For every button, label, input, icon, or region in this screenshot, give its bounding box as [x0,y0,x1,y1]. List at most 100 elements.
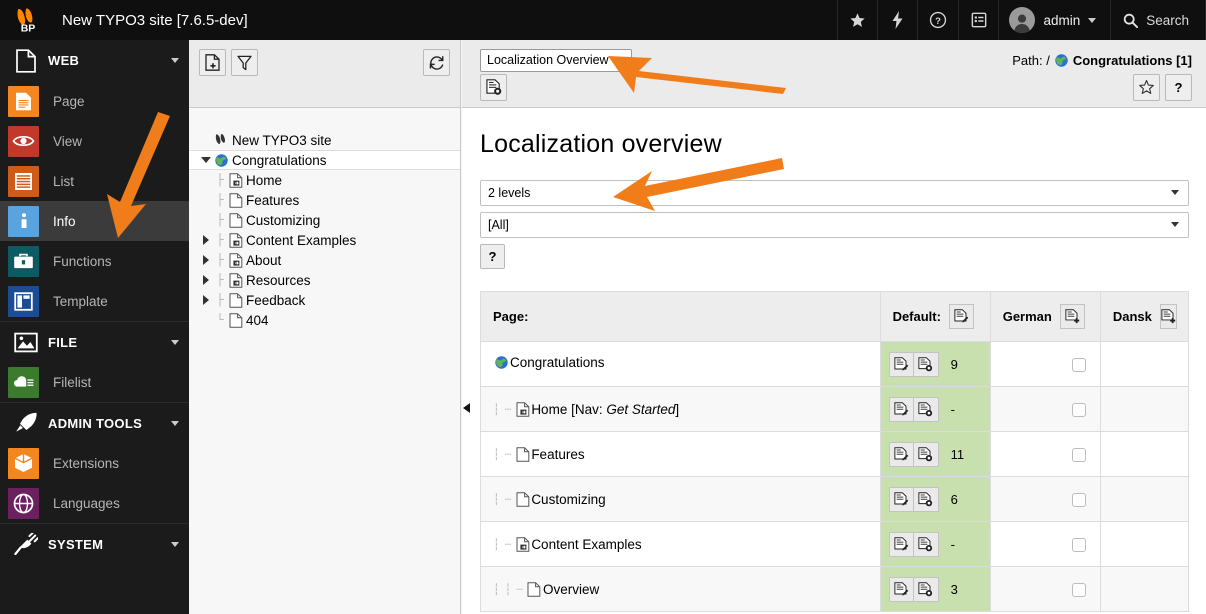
new-translation-icon [1161,309,1176,324]
refresh-tree-button[interactable] [423,49,450,76]
filter-button[interactable] [231,49,258,76]
bookmark-button[interactable] [1133,74,1160,101]
tree-line: ├ [216,254,224,266]
module-item-extensions[interactable]: Extensions [0,443,189,483]
module-group-admin-tools[interactable]: ADMIN TOOLS [0,402,189,443]
tree-item-content-examples[interactable]: ├ Content Examples [189,230,460,250]
language-select[interactable]: [All] [480,212,1189,238]
top-bar: BP New TYPO3 site [7.6.5-dev] ? admin Se… [0,0,1206,40]
tree-item-customizing[interactable]: ├ Customizing [189,210,460,230]
tree-item-resources[interactable]: ├ Resources [189,270,460,290]
chevron-right-icon [203,275,209,285]
module-item-template[interactable]: Template [0,281,189,321]
module-item-label: Functions [53,253,112,269]
page-plain-icon [227,212,244,228]
module-item-list[interactable]: List [0,161,189,201]
cell-page: ┆ ┆ ┄ Overview [480,566,881,612]
translation-checkbox[interactable] [1071,402,1086,417]
translation-checkbox[interactable] [1071,357,1086,372]
help-toolbar-button[interactable]: ? [917,0,958,40]
user-icon [1014,14,1031,33]
tree-item-feedback[interactable]: ├ Feedback [189,290,460,310]
table-row[interactable]: ┆ ┄ Customizing 6 [480,476,1190,522]
module-item-languages[interactable]: Languages [0,483,189,523]
edit-records-button[interactable] [948,304,974,329]
translation-checkbox[interactable] [1071,582,1086,597]
translation-checkbox[interactable] [1071,492,1086,507]
new-translation-button-dansk[interactable] [1159,304,1177,329]
record-info-button[interactable] [913,396,939,422]
typo3-logo[interactable]: BP [0,0,56,40]
column-header-german: German [989,291,1101,342]
page-tree-toolbar [189,40,460,108]
tree-toggle[interactable] [199,157,213,163]
edit-record-button[interactable] [888,486,914,512]
module-group-label: ADMIN TOOLS [48,415,143,431]
module-item-info[interactable]: Info [0,201,189,241]
table-row[interactable]: Congratulations 9 [480,341,1190,387]
module-group-web[interactable]: WEB [0,40,189,81]
module-item-filelist[interactable]: Filelist [0,362,189,402]
tree-item-about[interactable]: ├ About [189,250,460,270]
edit-record-button[interactable] [888,576,914,602]
user-menu-toolbar-button[interactable]: admin [998,0,1110,40]
tree-toggle[interactable] [199,255,213,265]
clear-cache-toolbar-button[interactable] [877,0,917,40]
svg-text:BP: BP [21,23,36,35]
table-row[interactable]: ┆ ┄ Features 11 [480,431,1190,477]
cell-dansk [1099,341,1190,387]
module-item-label: View [53,133,83,149]
record-info-button[interactable] [913,441,939,467]
table-row[interactable]: ┆ ┄ Content Examples - [480,521,1190,567]
record-info-button[interactable] [913,351,939,377]
new-translation-button-german[interactable] [1059,304,1085,329]
collapse-navigation-handle[interactable] [461,395,471,421]
csh-help-button[interactable]: ? [1165,74,1192,101]
default-count: - [950,536,955,552]
edit-record-button[interactable] [888,531,914,557]
bookmark-toolbar-button[interactable] [837,0,877,40]
edit-record-button[interactable] [888,396,914,422]
tree-item-congratulations[interactable]: Congratulations [189,150,460,170]
record-info-button[interactable] [913,576,939,602]
search-toolbar-button[interactable]: Search [1110,0,1206,40]
page-information-button[interactable] [480,74,507,101]
tree-item-features[interactable]: ├ Features [189,190,460,210]
tree-item-404[interactable]: └ 404 [189,310,460,330]
doc-header: Localization Overview Path: / Congratula… [462,40,1206,108]
workspace-toolbar-button[interactable] [958,0,998,40]
chevron-right-icon [203,235,209,245]
record-info-button[interactable] [913,486,939,512]
tree-item-home[interactable]: ├ Home [189,170,460,190]
page-shortcut-icon [227,232,244,248]
module-group-file[interactable]: FILE [0,321,189,362]
tree-item-new-typo3-site[interactable]: New TYPO3 site [189,130,460,150]
edit-record-button[interactable] [888,351,914,377]
tree-toggle[interactable] [199,295,213,305]
record-info-button[interactable] [913,531,939,557]
search-icon [1124,13,1139,28]
table-body: Congratulations 9 ┆ ┄ Home [Nav: Get Sta… [480,341,1190,612]
page-tree: New TYPO3 site Congratulations ├ Home ├ [189,108,460,330]
tree-toggle[interactable] [199,235,213,245]
page-nav-title: [Nav: Get Started] [567,402,680,417]
module-item-view[interactable]: View [0,121,189,161]
module-item-page[interactable]: Page [0,81,189,121]
tree-toggle[interactable] [199,275,213,285]
module-select[interactable]: Localization Overview [480,48,632,72]
module-item-functions[interactable]: Functions [0,241,189,281]
toolbox-icon [8,245,39,277]
module-help-button[interactable]: ? [480,244,505,269]
new-page-button[interactable] [199,49,226,76]
table-row[interactable]: ┆ ┄ Home [Nav: Get Started] - [480,386,1190,432]
edit-record-button[interactable] [888,441,914,467]
translation-checkbox[interactable] [1071,537,1086,552]
page-plain-icon [227,312,244,328]
translation-checkbox[interactable] [1071,447,1086,462]
image-icon [8,332,44,353]
depth-select[interactable]: 2 levels [480,180,1189,206]
module-group-system[interactable]: SYSTEM [0,523,189,564]
tree-line: ┆ ┄ [493,449,513,461]
cell-default: - [879,386,991,432]
table-row[interactable]: ┆ ┆ ┄ Overview 3 [480,566,1190,612]
